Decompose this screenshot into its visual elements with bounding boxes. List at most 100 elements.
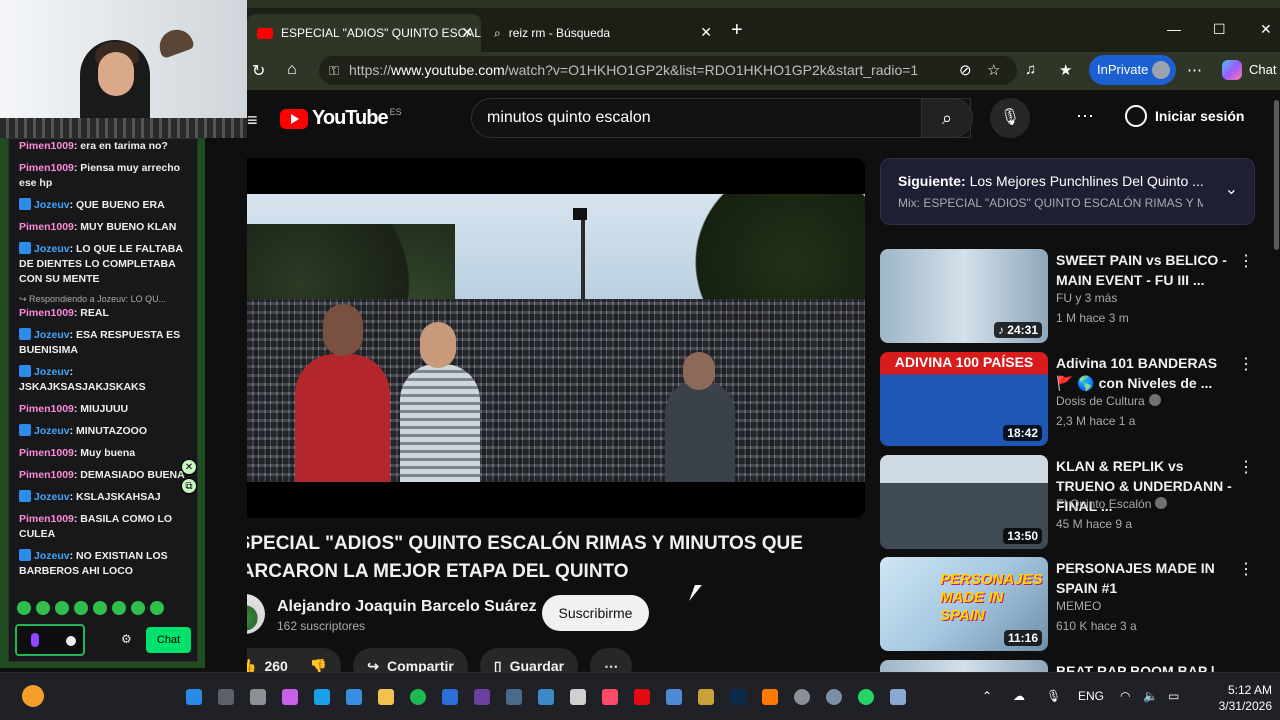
video-player[interactable] <box>247 158 865 518</box>
up-next-card[interactable]: Siguiente: Los Mejores Punchlines Del Qu… <box>880 158 1255 225</box>
chat-send-button[interactable]: Chat <box>146 627 191 653</box>
volume-icon[interactable]: 🔈 <box>1143 689 1158 703</box>
app-icon[interactable] <box>506 689 522 705</box>
recommendation-title[interactable]: BEAT RAP BOOM BAP | <box>1056 661 1236 672</box>
more-vert-icon[interactable]: ⋮ <box>1238 354 1254 374</box>
shield-icon[interactable] <box>442 689 458 705</box>
recommendation-item[interactable]: ADIVINA 100 PAÍSES 18:42 Adivina 101 BAN… <box>880 352 1260 446</box>
search-input[interactable]: minutos quinto escalon ✕ <box>471 98 971 138</box>
emote-icon[interactable] <box>93 601 107 615</box>
task-view-icon[interactable] <box>250 689 266 705</box>
emote-icon[interactable] <box>17 601 31 615</box>
video-thumbnail[interactable] <box>880 660 1048 672</box>
voice-search-button[interactable]: 🎙 <box>990 98 1030 138</box>
video-thumbnail[interactable]: ADIVINA 100 PAÍSES 18:42 <box>880 352 1048 446</box>
recommendation-channel[interactable]: FU y 3 más <box>1056 291 1117 305</box>
edge-browser-icon[interactable] <box>314 689 330 705</box>
recommendation-title[interactable]: Adivina 101 BANDERAS 🚩 🌎 con Niveles de … <box>1056 353 1236 393</box>
minimize-icon[interactable]: — <box>1167 21 1181 37</box>
emote-icon[interactable] <box>131 601 145 615</box>
maximize-icon[interactable]: ☐ <box>1213 21 1226 38</box>
wifi-icon[interactable]: ◠ <box>1120 689 1130 703</box>
settings-icon[interactable] <box>826 689 842 705</box>
settings-gear-icon[interactable]: ⚙ <box>121 632 132 646</box>
copilot-icon[interactable] <box>1222 60 1242 80</box>
recommendation-item[interactable]: PERSONAJES MADE IN SPAIN 11:16 PERSONAJE… <box>880 557 1260 651</box>
emote-icon[interactable] <box>36 601 50 615</box>
app-icon[interactable] <box>698 689 714 705</box>
tracking-prevention-icon[interactable]: ⊘ <box>959 61 972 79</box>
recommendation-item[interactable]: BEAT RAP BOOM BAP | <box>880 660 1260 672</box>
music-icon[interactable] <box>602 689 618 705</box>
new-tab-plus-icon[interactable]: + <box>731 19 743 42</box>
video-thumbnail[interactable]: ♪ 24:31 <box>880 249 1048 343</box>
language-indicator[interactable]: ENG <box>1078 689 1104 703</box>
emote-icon[interactable] <box>112 601 126 615</box>
video-editor-icon[interactable] <box>474 689 490 705</box>
emote-icon[interactable] <box>150 601 164 615</box>
app-icon[interactable] <box>794 689 810 705</box>
tray-chevron-up-icon[interactable]: ⌃ <box>982 689 992 703</box>
chat-username[interactable]: Pimen1009 <box>19 162 74 174</box>
more-vert-icon[interactable]: ⋮ <box>1238 559 1254 579</box>
chat-username[interactable]: Pimen1009 <box>19 447 74 459</box>
chat-username[interactable]: Pimen1009 <box>19 469 74 481</box>
spotify-icon[interactable] <box>410 689 426 705</box>
dislike-icon[interactable]: 👎 <box>310 658 327 673</box>
copilot-chat-label[interactable]: Chat <box>1249 62 1276 77</box>
media-icon[interactable]: ♫ <box>1025 61 1036 78</box>
share-button[interactable]: ↪ Compartir <box>353 648 468 672</box>
search-icon[interactable] <box>218 689 234 705</box>
file-explorer-icon[interactable] <box>378 689 394 705</box>
more-menu-icon[interactable]: ⋯ <box>1187 61 1202 79</box>
chat-username[interactable]: Pimen1009 <box>19 403 74 415</box>
url-field[interactable]: ⚿ https://www.youtube.com/watch?v=O1HKHO… <box>319 56 1017 85</box>
channel-avatar[interactable] <box>247 594 265 634</box>
chat-username[interactable]: Jozeuv <box>34 366 70 378</box>
weather-widget-icon[interactable] <box>22 685 44 707</box>
copy-icon[interactable]: ⧉ <box>181 478 197 494</box>
chat-username[interactable]: Jozeuv <box>34 425 70 437</box>
video-frame[interactable] <box>247 194 865 482</box>
subscribe-button[interactable]: Suscribirme <box>542 595 649 631</box>
recommendation-channel[interactable]: El Quinto Escalón <box>1056 497 1168 511</box>
recommendation-channel[interactable]: Dosis de Cultura <box>1056 394 1161 408</box>
cloud-icon[interactable]: ☁ <box>1013 689 1025 703</box>
close-tab-icon[interactable]: ✕ <box>700 24 712 41</box>
chat-username[interactable]: Pimen1009 <box>19 140 74 152</box>
favorites-icon[interactable]: ★ <box>1059 61 1072 79</box>
close-window-icon[interactable]: ✕ <box>1260 21 1272 38</box>
search-button[interactable]: ⌕ <box>921 98 973 138</box>
chat-input[interactable] <box>15 624 85 656</box>
like-button[interactable]: 👍 260 👎 <box>247 648 342 673</box>
inprivate-badge[interactable]: InPrivate <box>1089 55 1176 85</box>
store-icon[interactable] <box>346 689 362 705</box>
video-thumbnail[interactable]: PERSONAJES MADE IN SPAIN 11:16 <box>880 557 1048 651</box>
menu-hamburger-icon[interactable]: ≡ <box>247 110 258 131</box>
close-tab-icon[interactable]: ✕ <box>461 24 473 41</box>
site-info-icon[interactable]: ⚿ <box>329 56 339 85</box>
recommendation-item[interactable]: ♪ 24:31 SWEET PAIN vs BELICO - MAIN EVEN… <box>880 249 1260 343</box>
system-clock[interactable]: 5:12 AM 3/31/2026 <box>1202 682 1272 714</box>
mic-icon[interactable] <box>31 633 39 647</box>
chat-username[interactable]: Jozeuv <box>34 199 70 211</box>
tab-search[interactable]: ⌕ reiz rm - Búsqueda ✕ <box>484 14 720 52</box>
app-icon[interactable] <box>890 689 906 705</box>
sign-in-button[interactable]: Iniciar sesión <box>1125 105 1244 127</box>
recommendation-item[interactable]: 13:50 KLAN & REPLIK vs TRUENO & UNDERDAN… <box>880 455 1260 549</box>
recommendation-title[interactable]: PERSONAJES MADE IN SPAIN #1 <box>1056 558 1236 598</box>
app-icon[interactable] <box>570 689 586 705</box>
chat-username[interactable]: Pimen1009 <box>19 221 74 233</box>
photoshop-icon[interactable] <box>730 689 746 705</box>
more-actions-button[interactable]: ⋯ <box>590 648 633 672</box>
netflix-icon[interactable] <box>634 689 650 705</box>
chat-emote-row[interactable] <box>17 601 192 619</box>
recommendation-channel[interactable]: MEMEO <box>1056 599 1101 613</box>
favorite-star-icon[interactable]: ☆ <box>987 61 1000 79</box>
copilot-app-icon[interactable] <box>282 689 298 705</box>
chat-username[interactable]: Pimen1009 <box>19 307 74 319</box>
save-button[interactable]: ▯ Guardar <box>479 648 579 672</box>
home-icon[interactable]: ⌂ <box>287 61 297 79</box>
settings-dots-icon[interactable]: ⋯ <box>1076 106 1094 127</box>
emote-icon[interactable] <box>74 601 88 615</box>
